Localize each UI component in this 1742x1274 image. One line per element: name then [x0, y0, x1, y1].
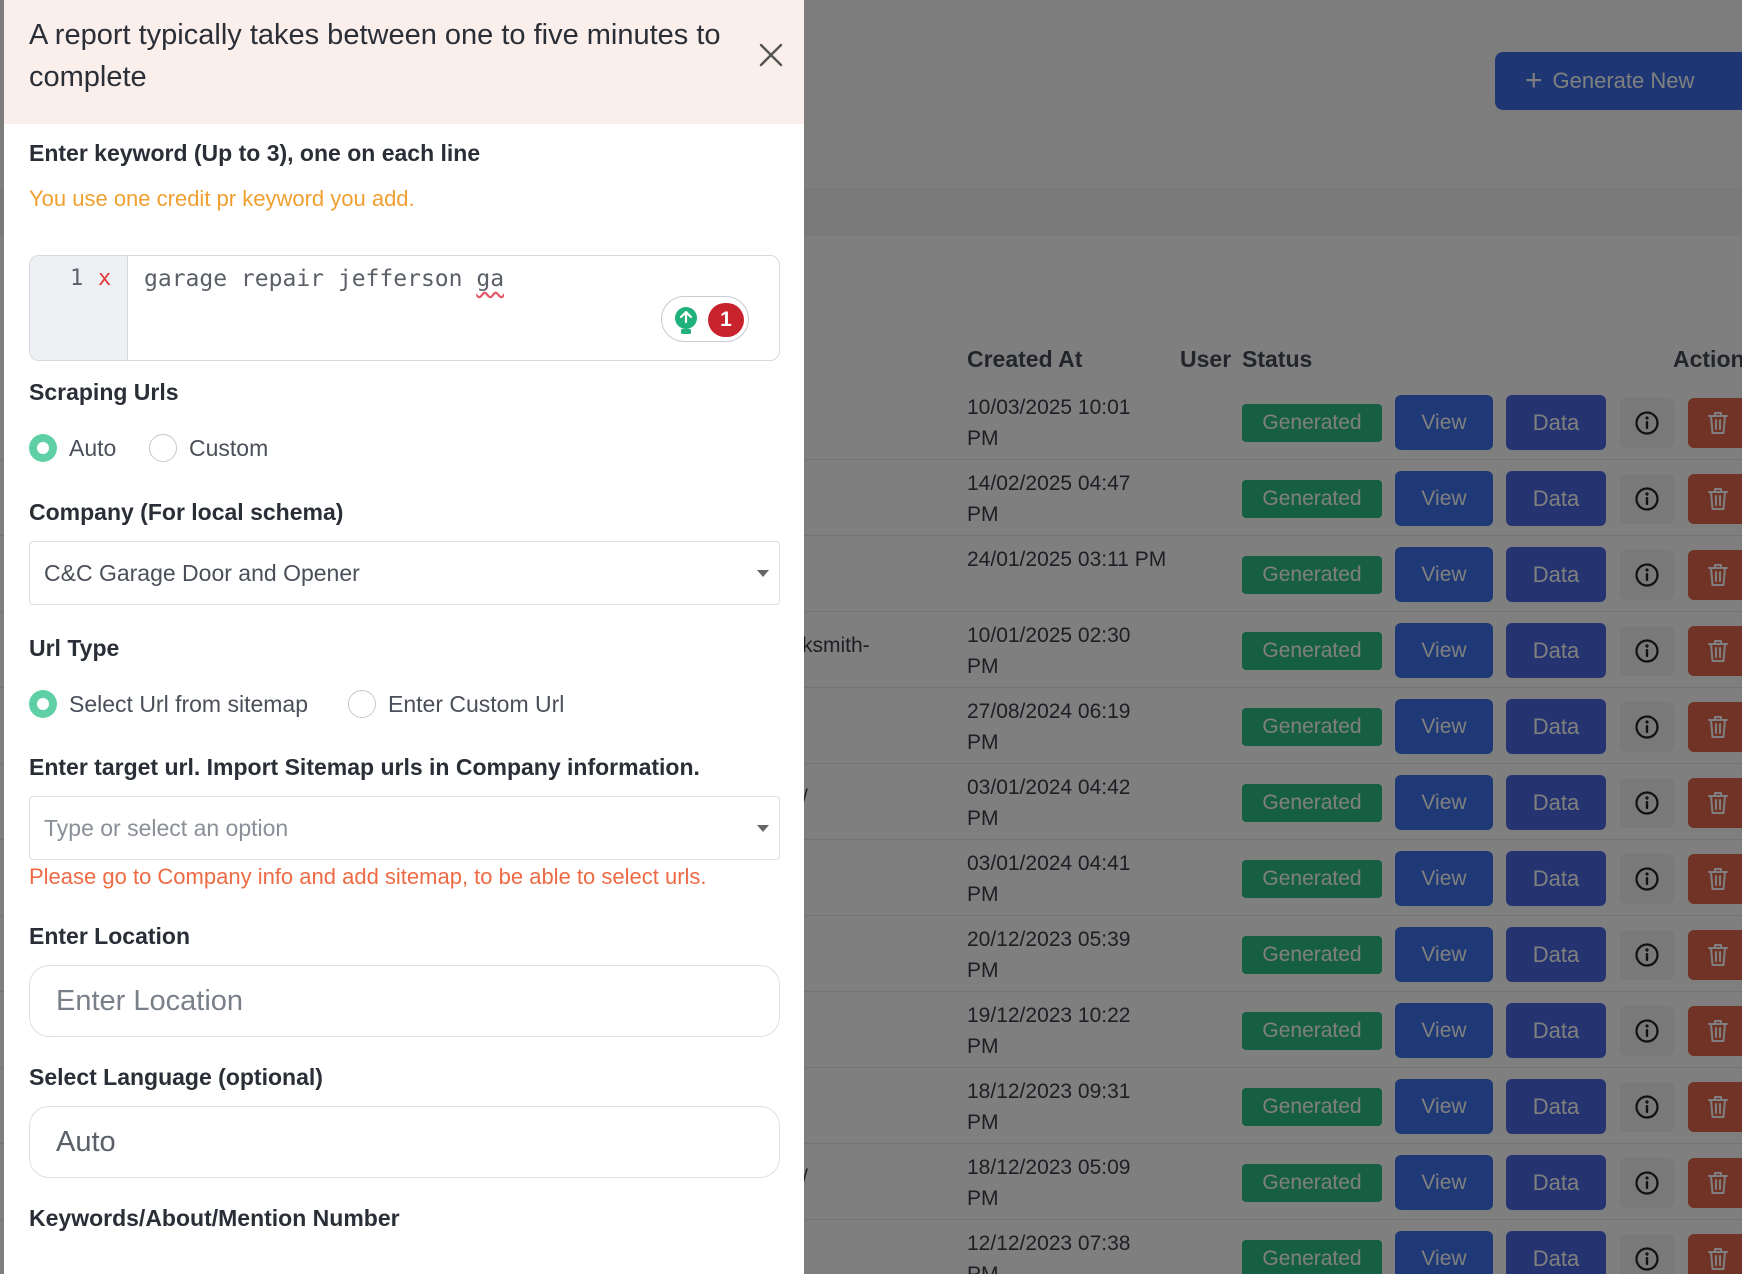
- company-selected-value: C&C Garage Door and Opener: [44, 559, 360, 586]
- keyword-text[interactable]: garage repair jefferson ga: [144, 266, 504, 292]
- language-value: Auto: [56, 1125, 116, 1158]
- location-input[interactable]: Enter Location: [29, 965, 780, 1037]
- radio-unchecked-icon: [149, 434, 177, 462]
- keywords-number-label: Keywords/About/Mention Number: [29, 1205, 400, 1231]
- modal-header: A report typically takes between one to …: [4, 0, 804, 124]
- target-url-label: Enter target url. Import Sitemap urls in…: [29, 754, 700, 780]
- location-label: Enter Location: [29, 923, 191, 949]
- radio-unchecked-icon: [348, 690, 376, 718]
- scraping-custom-radio[interactable]: Custom: [149, 434, 268, 462]
- radio-label: Auto: [69, 434, 117, 461]
- radio-label: Select Url from sitemap: [69, 690, 309, 717]
- url-type-sitemap-radio[interactable]: Select Url from sitemap: [29, 690, 308, 718]
- sitemap-error-message: Please go to Company info and add sitema…: [29, 864, 707, 889]
- credit-hint: You use one credit pr keyword you add.: [29, 186, 415, 211]
- scraping-auto-radio[interactable]: Auto: [29, 434, 116, 462]
- line-error-marker: x: [98, 266, 112, 291]
- grammar-assistant-badge[interactable]: 1: [661, 296, 749, 342]
- generate-report-modal: A report typically takes between one to …: [4, 0, 804, 1274]
- url-type-label: Url Type: [29, 635, 120, 661]
- company-select[interactable]: C&C Garage Door and Opener: [29, 541, 780, 605]
- close-icon[interactable]: [756, 40, 786, 70]
- chevron-down-icon: [757, 825, 769, 832]
- lightbulb-icon: [675, 307, 697, 334]
- url-type-custom-radio[interactable]: Enter Custom Url: [348, 690, 564, 718]
- line-number: 1: [70, 266, 84, 291]
- keyword-label: Enter keyword (Up to 3), one on each lin…: [29, 140, 481, 166]
- target-url-placeholder: Type or select an option: [44, 814, 289, 841]
- keyword-editor[interactable]: 1 x garage repair jefferson ga 1: [29, 255, 780, 361]
- radio-checked-icon: [29, 434, 57, 462]
- radio-label: Enter Custom Url: [388, 690, 565, 717]
- location-placeholder: Enter Location: [56, 984, 244, 1017]
- modal-title: A report typically takes between one to …: [29, 19, 721, 93]
- misspelled-word[interactable]: ga: [476, 266, 504, 292]
- suggestion-count-badge: 1: [708, 303, 744, 337]
- target-url-select[interactable]: Type or select an option: [29, 796, 780, 860]
- language-input[interactable]: Auto: [29, 1106, 780, 1178]
- keyword-text-plain: garage repair jefferson: [144, 266, 477, 292]
- chevron-down-icon: [757, 570, 769, 577]
- radio-checked-icon: [29, 690, 57, 718]
- scraping-urls-label: Scraping Urls: [29, 379, 179, 405]
- editor-gutter: 1 x: [30, 256, 128, 360]
- company-label: Company (For local schema): [29, 499, 344, 525]
- language-label: Select Language (optional): [29, 1064, 323, 1090]
- radio-label: Custom: [189, 434, 269, 461]
